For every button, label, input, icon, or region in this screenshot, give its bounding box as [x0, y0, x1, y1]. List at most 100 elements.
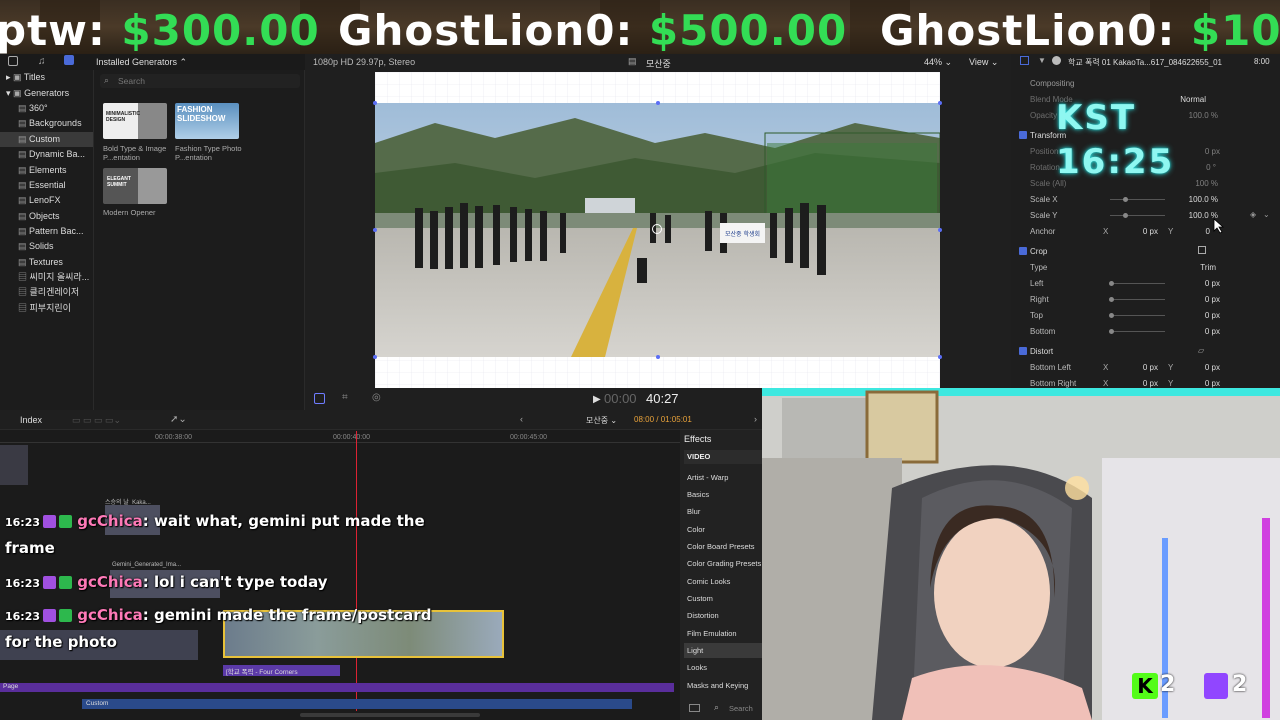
sidebar-item-titles[interactable]: ▸ ▣ Titles — [0, 70, 93, 85]
effect-category-item[interactable]: Looks — [687, 663, 707, 672]
video-inspector-icon[interactable] — [1020, 56, 1029, 65]
clip-appearance-icon[interactable]: ▭ ▭ ▭ ▭⌄ — [72, 415, 121, 426]
effect-category-item[interactable]: Custom — [687, 594, 713, 603]
crop-left-value[interactable]: 0 px — [1180, 279, 1220, 288]
view-menu[interactable]: View ⌄ — [969, 57, 998, 68]
transform-handle[interactable] — [656, 101, 660, 105]
zoom-menu[interactable]: 44% ⌄ — [924, 57, 952, 68]
crop-bottom-knob[interactable] — [1109, 329, 1114, 334]
crop-right-slider[interactable] — [1110, 299, 1165, 300]
anchor-point-icon[interactable] — [652, 224, 662, 234]
position-value[interactable]: 0 px — [1180, 147, 1220, 156]
crop-checkbox[interactable] — [1019, 247, 1027, 255]
transform-handle[interactable] — [373, 355, 377, 359]
sidebar-item-custom[interactable]: ▤ Custom — [0, 132, 93, 147]
bottom-right-y-value[interactable]: 0 px — [1180, 379, 1220, 388]
sidebar-item-360[interactable]: ▤ 360° — [0, 101, 93, 116]
scale-y-value[interactable]: 100.0 % — [1170, 211, 1218, 220]
sidebar-item-pattern-backgrounds[interactable]: ▤ Pattern Bac... — [0, 224, 93, 239]
filter-icon[interactable]: ▼ — [1038, 56, 1046, 65]
keyframe-icon[interactable]: ◈ — [1250, 210, 1256, 219]
transform-handle[interactable] — [938, 228, 942, 232]
effect-category-item[interactable]: Color Board Presets — [687, 542, 755, 551]
effect-category-item[interactable]: Artist - Warp — [687, 473, 728, 482]
scale-x-slider[interactable] — [1110, 199, 1165, 200]
search-icon[interactable]: ⌕ — [714, 702, 719, 713]
sidebar-item-dynamic-backgrounds[interactable]: ▤ Dynamic Ba... — [0, 147, 93, 162]
transform-handle[interactable] — [373, 228, 377, 232]
index-button[interactable]: Index — [20, 415, 42, 425]
crop-bottom-value[interactable]: 0 px — [1180, 327, 1220, 336]
rotation-value[interactable]: 0 ° — [1180, 163, 1216, 172]
sidebar-item-korean-2[interactable]: ▤ 클리겐레이저 — [0, 285, 93, 300]
effect-category-item[interactable]: Comic Looks — [687, 577, 730, 586]
transform-handle[interactable] — [656, 355, 660, 359]
title-clip[interactable]: [학교 폭력 - Four Corners — [223, 665, 340, 676]
crop-top-value[interactable]: 0 px — [1180, 311, 1220, 320]
search-field[interactable]: ⌕ Search — [100, 74, 300, 88]
timeline-scrollbar[interactable] — [300, 713, 480, 717]
effect-category-item[interactable]: Blur — [687, 507, 700, 516]
scale-all-value[interactable]: 100 % — [1170, 179, 1218, 188]
transform-handle[interactable] — [938, 101, 942, 105]
crop-type-value[interactable]: Trim — [1180, 263, 1216, 272]
effect-category-item[interactable]: Color Grading Presets — [687, 559, 761, 568]
sidebar-item-elements[interactable]: ▤ Elements — [0, 163, 93, 178]
custom-track[interactable]: Custom — [82, 699, 632, 709]
generator-thumb[interactable]: FASHION SLIDESHOW — [175, 103, 239, 139]
scale-x-value[interactable]: 100.0 % — [1170, 195, 1218, 204]
crop-right-knob[interactable] — [1109, 297, 1114, 302]
browser-header[interactable]: Installed Generators ⌃ — [96, 57, 187, 68]
timecode[interactable]: 40:27 — [646, 391, 679, 406]
info-icon[interactable] — [1052, 56, 1061, 65]
scale-x-knob[interactable] — [1123, 197, 1128, 202]
blend-mode-value[interactable]: Normal — [1160, 95, 1206, 104]
page-track[interactable]: Page — [0, 683, 674, 692]
crop-bottom-slider[interactable] — [1110, 331, 1165, 332]
bottom-left-y-value[interactable]: 0 px — [1180, 363, 1220, 372]
transform-tool-icon[interactable] — [314, 393, 325, 404]
scale-y-slider[interactable] — [1110, 215, 1165, 216]
crop-top-slider[interactable] — [1110, 315, 1165, 316]
distort-onscreen-icon[interactable]: ▱ — [1198, 346, 1204, 355]
chevron-down-icon[interactable]: ⌄ — [1263, 210, 1270, 219]
sidebar-item-essential[interactable]: ▤ Essential — [0, 178, 93, 193]
bottom-left-x-value[interactable]: 0 px — [1124, 363, 1158, 372]
sidebar-item-korean-1[interactable]: ▤ 씨미지 올씨라... — [0, 270, 93, 285]
crop-tool-icon[interactable]: ⌗ — [342, 392, 348, 403]
generator-thumb[interactable]: MINIMALISTIC DESIGN — [103, 103, 167, 139]
anchor-y-value[interactable]: 0 — [1190, 227, 1210, 236]
forward-icon[interactable]: › — [754, 414, 757, 424]
crop-top-knob[interactable] — [1109, 313, 1114, 318]
titles-generators-icon[interactable] — [64, 55, 74, 65]
transform-checkbox[interactable] — [1019, 131, 1027, 139]
distort-checkbox[interactable] — [1019, 347, 1027, 355]
sidebar-item-backgrounds[interactable]: ▤ Backgrounds — [0, 116, 93, 131]
bottom-right-x-value[interactable]: 0 px — [1124, 379, 1158, 388]
generator-thumb[interactable]: ELEGANT SUMMIT — [103, 168, 167, 204]
sidebar-item-korean-3[interactable]: ▤ 피부지린이 — [0, 301, 93, 316]
transform-handle[interactable] — [938, 355, 942, 359]
sidebar-item-objects[interactable]: ▤ Objects — [0, 209, 93, 224]
timeline-project-menu[interactable]: 모산중 ⌄ — [586, 415, 617, 426]
crop-onscreen-icon[interactable] — [1198, 246, 1206, 254]
play-icon[interactable]: ▶ — [593, 394, 601, 405]
photos-icon[interactable]: ♫ — [38, 56, 46, 67]
effect-category-item[interactable]: Color — [687, 525, 705, 534]
effect-category-item[interactable]: Film Emulation — [687, 629, 737, 638]
anchor-x-value[interactable]: 0 px — [1124, 227, 1158, 236]
scale-y-knob[interactable] — [1123, 213, 1128, 218]
back-icon[interactable]: ‹ — [520, 414, 523, 424]
effect-category-item[interactable]: Basics — [687, 490, 709, 499]
effect-category-item[interactable]: Masks and Keying — [687, 681, 748, 690]
select-tool-icon[interactable]: ➚⌄ — [170, 414, 187, 425]
library-icon[interactable] — [8, 56, 18, 66]
timeline-clip[interactable] — [0, 445, 28, 485]
enhance-icon[interactable]: ◎ — [372, 392, 381, 403]
crop-left-slider[interactable] — [1110, 283, 1165, 284]
opacity-value[interactable]: 100.0 % — [1170, 111, 1218, 120]
sidebar-toggle-icon[interactable] — [689, 704, 700, 712]
effects-search-placeholder[interactable]: Search — [729, 704, 753, 713]
effect-category-item[interactable]: Distortion — [687, 611, 719, 620]
effect-category-item-selected[interactable]: Light — [687, 646, 703, 655]
